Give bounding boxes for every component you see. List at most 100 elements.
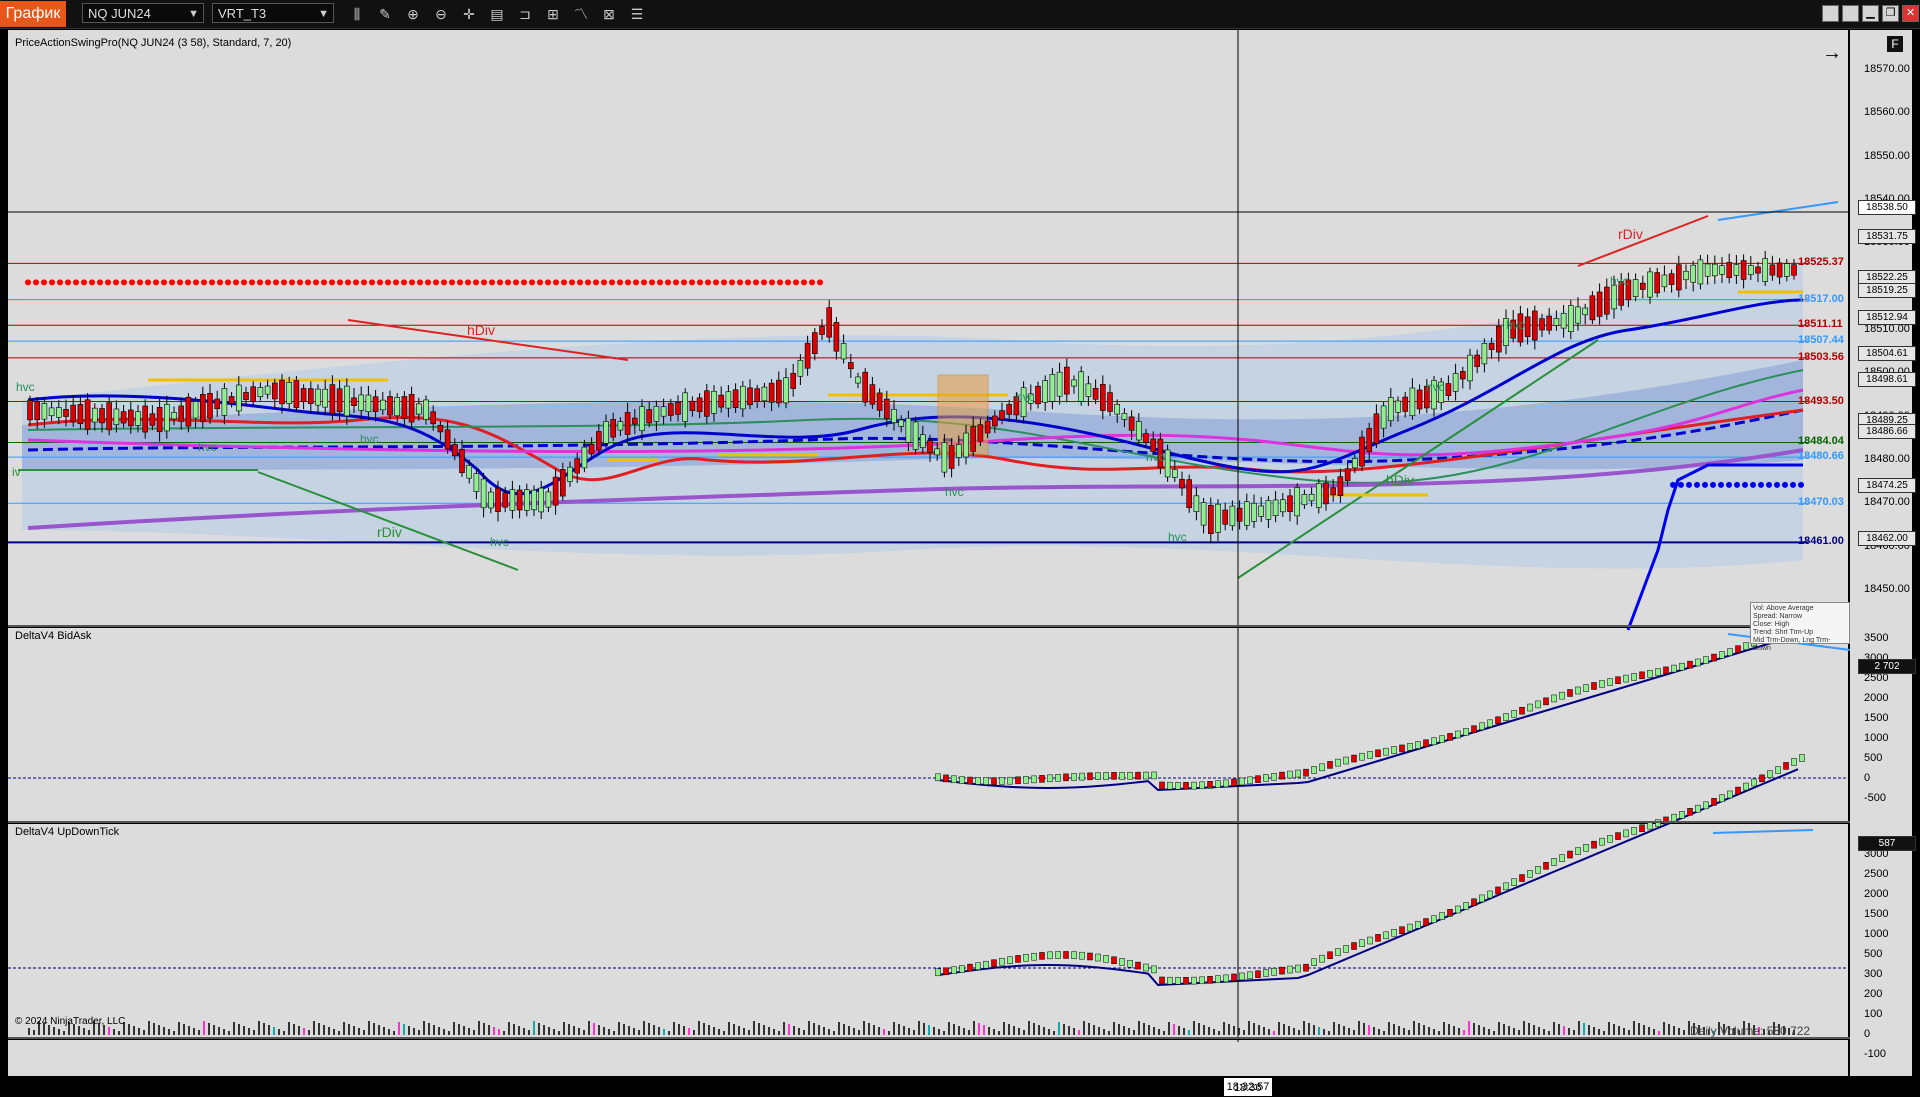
candle-body xyxy=(703,390,710,417)
volume-bar xyxy=(1533,1025,1535,1035)
delta-bidask-bar xyxy=(1215,780,1221,788)
volume-bar xyxy=(1338,1024,1340,1035)
volume-bar xyxy=(843,1024,845,1035)
volume-bar xyxy=(1503,1024,1505,1035)
delta-bidask-bar xyxy=(1647,669,1653,678)
candle-body xyxy=(1762,258,1768,282)
candle-body xyxy=(660,406,667,417)
info-line: Vol: Above Average xyxy=(1753,605,1814,612)
resistance-dot xyxy=(353,279,359,286)
time-tick-label: 15:50 xyxy=(629,1082,657,1094)
candle-body xyxy=(783,377,789,404)
volume-bar xyxy=(948,1022,950,1035)
chart-window[interactable]: PriceActionSwingPro(NQ JUN24 (3 58), Sta… xyxy=(8,30,1916,1097)
volume-bar xyxy=(903,1026,905,1035)
volume-bar xyxy=(1298,1030,1300,1035)
delta-bidask-bar xyxy=(1735,645,1741,653)
delta-bidask-bar xyxy=(1487,719,1493,728)
indicators-icon[interactable]: 〽 xyxy=(571,4,591,24)
restore-icon[interactable]: ❐ xyxy=(1882,5,1899,22)
delta-updown-bar xyxy=(1415,921,1421,929)
volume-bar xyxy=(1328,1031,1330,1035)
volume-bar xyxy=(398,1022,400,1035)
volume-bar xyxy=(593,1023,595,1035)
support-dot xyxy=(1734,481,1740,488)
tile-icon[interactable] xyxy=(1822,5,1839,22)
volume-bar xyxy=(53,1027,55,1035)
bar-type-icon[interactable]: ⫼ xyxy=(347,4,367,24)
chart-canvas[interactable] xyxy=(8,30,1912,1076)
candle-body xyxy=(55,407,62,418)
resistance-dot xyxy=(497,279,503,286)
crosshair-icon[interactable]: ✛ xyxy=(459,4,479,24)
more-list-icon[interactable]: ☰ xyxy=(627,4,647,24)
tile-icon[interactable] xyxy=(1842,5,1859,22)
volume-bar xyxy=(1563,1026,1565,1035)
resistance-dot xyxy=(777,279,783,286)
volume-bar xyxy=(258,1021,260,1035)
draw-tool-icon[interactable]: ✎ xyxy=(375,4,395,24)
candle-body xyxy=(819,326,825,335)
volume-bar xyxy=(1143,1023,1145,1035)
delta-tick-label: 2000 xyxy=(1864,692,1889,704)
app-title[interactable]: График xyxy=(0,1,66,27)
level-label: 18493.50 xyxy=(1798,394,1844,407)
delta-bidask-bar xyxy=(943,774,949,783)
resistance-dot xyxy=(105,279,111,286)
strategies-icon[interactable]: ⊞ xyxy=(543,4,563,24)
resistance-dot xyxy=(161,279,167,286)
data-box-icon[interactable]: ▤ xyxy=(487,4,507,24)
volume-bar xyxy=(588,1021,590,1035)
template-selector[interactable]: VRT_T3 ▼ xyxy=(212,3,334,23)
volume-bar xyxy=(828,1029,830,1035)
volume-bar xyxy=(1573,1030,1575,1035)
candle-body xyxy=(567,466,573,482)
candle-body xyxy=(905,417,912,443)
candle-body xyxy=(243,392,249,400)
delta-updown-bar xyxy=(1079,951,1085,960)
delta-updown-bar xyxy=(935,968,941,977)
resistance-dot xyxy=(585,279,591,286)
time-tick-label: 12:59 xyxy=(326,1082,355,1094)
support-dot xyxy=(1718,481,1724,488)
candle-body xyxy=(1359,436,1365,467)
candle-body xyxy=(1006,404,1013,415)
minimize-icon[interactable]: ▁ xyxy=(1862,5,1879,22)
volume-bar xyxy=(1103,1029,1105,1035)
delta-bidask-bar xyxy=(1223,779,1229,788)
instrument-selector[interactable]: NQ JUN24 ▼ xyxy=(82,3,204,23)
resistance-dot xyxy=(41,279,47,286)
volume-bar xyxy=(433,1025,435,1035)
volume-bar xyxy=(88,1030,90,1035)
delta-updown-bar xyxy=(1471,898,1477,906)
volume-bar xyxy=(1603,1031,1605,1035)
candle-body xyxy=(200,394,206,422)
hvc-label: hvc xyxy=(490,535,509,549)
templates-icon[interactable]: ⊐ xyxy=(515,4,535,24)
scroll-right-arrow-icon[interactable]: → xyxy=(1822,42,1842,65)
volume-bar xyxy=(1653,1029,1655,1035)
properties-icon[interactable]: ⊠ xyxy=(599,4,619,24)
volume-bar xyxy=(758,1023,760,1035)
volume-bar xyxy=(838,1022,840,1035)
volume-bar xyxy=(1008,1024,1010,1035)
volume-bar xyxy=(1633,1021,1635,1035)
resistance-dot xyxy=(657,279,663,286)
zoom-in-icon[interactable]: ⊕ xyxy=(403,4,423,24)
close-icon[interactable]: ✕ xyxy=(1902,5,1919,22)
candle-body xyxy=(1143,433,1149,443)
f-button[interactable]: F xyxy=(1887,36,1903,52)
candle-body xyxy=(1308,493,1315,502)
volume-bar xyxy=(1293,1028,1295,1035)
level-label: 18503.56 xyxy=(1798,350,1844,363)
volume-bar xyxy=(488,1025,490,1035)
candle-body xyxy=(711,390,717,414)
candle-body xyxy=(1676,264,1682,291)
volume-bar xyxy=(1023,1030,1025,1035)
delta-updown-bar xyxy=(1767,770,1773,778)
delta-bidask-bar xyxy=(1719,651,1725,659)
zoom-out-icon[interactable]: ⊖ xyxy=(431,4,451,24)
delta-bidask-bar xyxy=(1071,773,1077,781)
candle-body xyxy=(415,403,422,415)
candle-body xyxy=(999,410,1005,420)
